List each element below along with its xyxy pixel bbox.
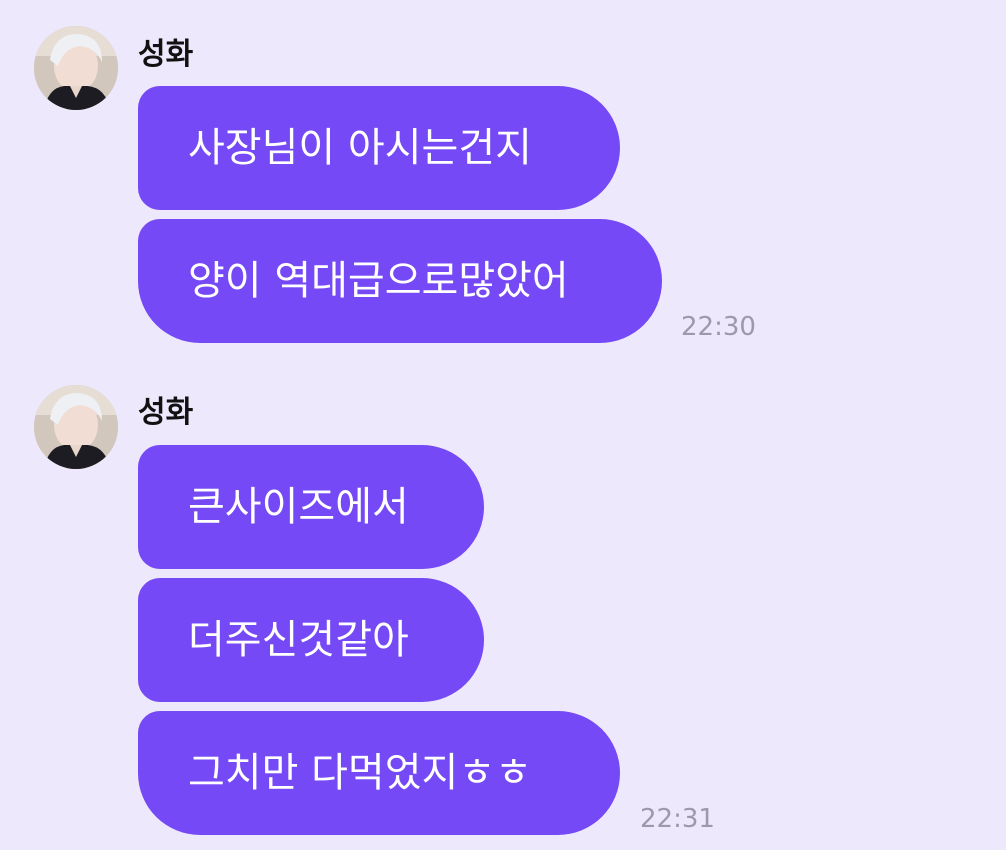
message-bubble[interactable]: 사장님이 아시는건지 [138, 86, 620, 210]
avatar[interactable] [34, 385, 118, 469]
timestamp: 22:30 [681, 312, 756, 342]
message-bubble[interactable]: 그치만 다먹었지ㅎㅎ [138, 711, 620, 835]
message-bubble[interactable]: 더주신것같아 [138, 578, 484, 702]
sender-name: 성화 [138, 395, 194, 430]
timestamp: 22:31 [640, 804, 715, 834]
sender-name: 성화 [138, 37, 194, 72]
message-bubble[interactable]: 큰사이즈에서 [138, 445, 484, 569]
avatar[interactable] [34, 26, 118, 110]
message-bubble[interactable]: 양이 역대급으로많았어 [138, 219, 662, 343]
